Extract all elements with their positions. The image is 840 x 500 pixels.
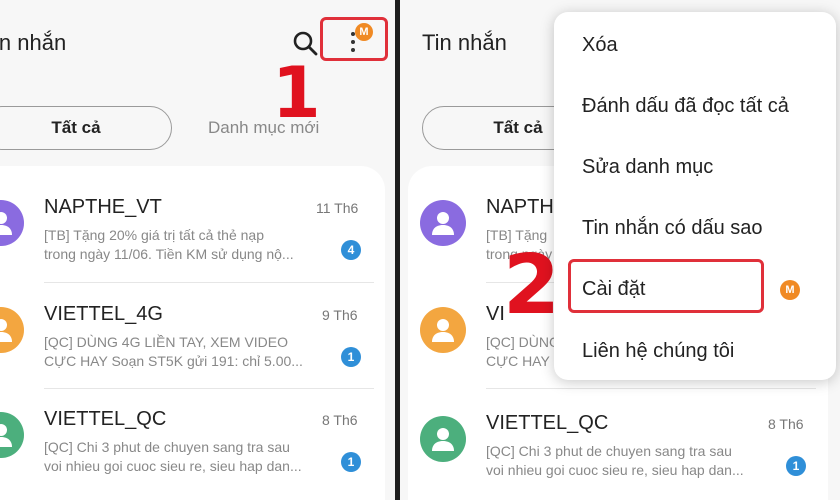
list-item[interactable]: VIETTEL_QC 8 Th6 [QC] Chi 3 phut de chuy… bbox=[0, 388, 395, 488]
unread-count-badge: 1 bbox=[341, 347, 361, 367]
overflow-menu: Xóa Đánh dấu đã đọc tất cả Sửa danh mục … bbox=[554, 12, 836, 380]
menu-item-delete[interactable]: Xóa bbox=[582, 34, 618, 57]
sender-name: VIETTEL_4G bbox=[44, 303, 163, 325]
menu-item-starred-messages[interactable]: Tin nhắn có dấu sao bbox=[582, 217, 763, 240]
category-tabs: Tất cả Danh mục mới bbox=[0, 106, 395, 150]
divider bbox=[486, 388, 816, 389]
list-item[interactable]: NAPTHE_VT 11 Th6 [TB] Tặng 20% giá trị t… bbox=[0, 176, 395, 276]
message-preview: [TB] Tặng 20% giá trị tất cả thẻ nạp tron… bbox=[44, 227, 294, 262]
list-item[interactable]: VIETTEL_4G 9 Th6 [QC] DÙNG 4G LIỀN TAY, … bbox=[0, 283, 395, 383]
sender-name: VIETTEL_QC bbox=[486, 412, 609, 434]
avatar bbox=[420, 200, 466, 246]
avatar bbox=[0, 307, 24, 353]
message-date: 9 Th6 bbox=[322, 307, 358, 323]
message-preview: [QC] DÙNG CỰC HAY bbox=[486, 334, 556, 369]
avatar bbox=[420, 307, 466, 353]
sender-name: VIETTEL_QC bbox=[44, 408, 167, 430]
settings-badge: M bbox=[780, 280, 800, 300]
message-preview: [QC] Chi 3 phut de chuyen sang tra sau vo… bbox=[44, 439, 302, 474]
unread-count-badge: 1 bbox=[341, 452, 361, 472]
message-date: 8 Th6 bbox=[768, 416, 804, 432]
sender-name: NAPTHE_VT bbox=[44, 196, 162, 218]
left-screenshot: in nhắn M 1 Tất cả Danh mục mới NAPTHE_V… bbox=[0, 0, 395, 500]
avatar bbox=[420, 416, 466, 462]
highlight-settings bbox=[568, 259, 764, 313]
message-date: 11 Th6 bbox=[316, 200, 359, 216]
unread-count-badge: 1 bbox=[786, 456, 806, 476]
app-title: in nhắn bbox=[0, 30, 67, 55]
step-number-2: 2 bbox=[503, 238, 561, 333]
message-preview: [QC] Chi 3 phut de chuyen sang tra sau vo… bbox=[486, 443, 744, 478]
avatar bbox=[0, 200, 24, 246]
message-preview: [QC] DÙNG 4G LIỀN TAY, XEM VIDEO CỰC HAY … bbox=[44, 334, 303, 369]
tab-all[interactable]: Tất cả bbox=[0, 106, 172, 150]
avatar bbox=[0, 412, 24, 458]
message-date: 8 Th6 bbox=[322, 412, 358, 428]
menu-item-contact-us[interactable]: Liên hệ chúng tôi bbox=[582, 340, 734, 363]
app-title: Tin nhắn bbox=[422, 30, 507, 55]
unread-count-badge: 4 bbox=[341, 240, 361, 260]
list-item[interactable]: VIETTEL_QC 8 Th6 [QC] Chi 3 phut de chuy… bbox=[400, 392, 840, 492]
tab-new-category[interactable]: Danh mục mới bbox=[208, 106, 319, 150]
highlight-more-button bbox=[320, 17, 388, 61]
menu-item-edit-categories[interactable]: Sửa danh mục bbox=[582, 156, 713, 179]
right-screenshot: Tin nhắn Tất cả NAPTHE [TB] Tặng trong ng… bbox=[400, 0, 840, 500]
menu-item-mark-all-read[interactable]: Đánh dấu đã đọc tất cả bbox=[582, 95, 789, 118]
